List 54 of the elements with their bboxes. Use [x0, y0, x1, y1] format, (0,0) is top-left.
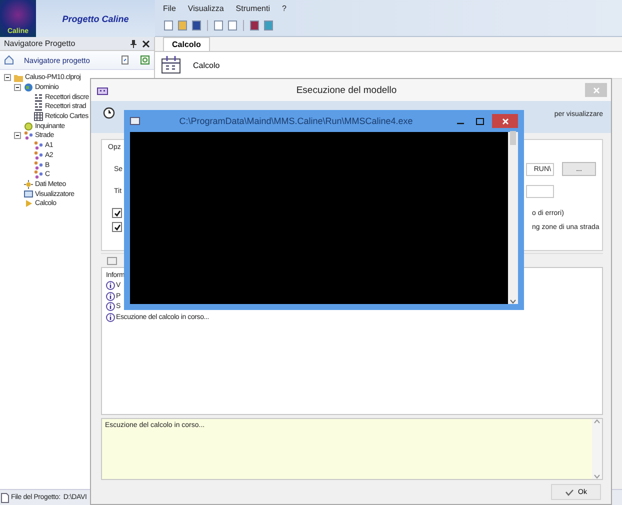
- scrollbar[interactable]: [592, 419, 602, 479]
- menu-item[interactable]: File: [163, 4, 176, 12]
- road-icon: [24, 131, 33, 140]
- checkbox[interactable]: [112, 208, 122, 218]
- grid-icon: [34, 112, 43, 122]
- scroll-thumb[interactable]: [510, 131, 516, 145]
- menu-item[interactable]: Strumenti: [236, 4, 270, 12]
- calendar-icon: [161, 56, 181, 74]
- home-icon[interactable]: [4, 55, 14, 65]
- document-icon[interactable]: [120, 55, 130, 65]
- info-icon: [106, 302, 115, 312]
- close-button[interactable]: [492, 114, 518, 128]
- info-icon: [106, 312, 115, 322]
- maximize-icon: [476, 118, 484, 124]
- road-icon: [34, 160, 43, 170]
- pin-icon[interactable]: [130, 40, 137, 48]
- console-icon: [130, 117, 140, 125]
- molecule-icon: [24, 122, 33, 131]
- scroll-down-icon[interactable]: [510, 299, 516, 304]
- close-icon: [502, 118, 508, 124]
- scroll-up-icon[interactable]: [594, 419, 600, 424]
- dots-icon: [34, 102, 43, 112]
- toolbar-icon[interactable]: [107, 256, 117, 264]
- arrow-icon: [24, 199, 33, 208]
- menu-item[interactable]: Visualizza: [188, 4, 224, 12]
- close-icon: [592, 86, 600, 94]
- robot-icon: [97, 86, 108, 94]
- collapse-icon[interactable]: [14, 132, 21, 140]
- app-title: Progetto Caline: [61, 12, 130, 26]
- info-icon: [106, 281, 115, 290]
- refresh-icon[interactable]: [140, 55, 150, 65]
- dots-icon: [34, 92, 43, 102]
- road-icon: [34, 170, 43, 180]
- clock-icon: [103, 107, 115, 119]
- calculate-button[interactable]: Calcolo: [161, 56, 220, 74]
- scroll-down-icon[interactable]: [594, 474, 600, 479]
- menu-item[interactable]: ?: [282, 4, 286, 12]
- collapse-icon[interactable]: [4, 74, 11, 82]
- console-title: C:\ProgramData\Maind\MMS.Caline\Run\MMSCaline4.exe: [178, 116, 414, 126]
- scrollbar[interactable]: [508, 132, 518, 304]
- title-field[interactable]: [526, 184, 554, 198]
- close-icon[interactable]: [142, 40, 150, 48]
- road-icon: [34, 150, 43, 160]
- checkbox[interactable]: [112, 222, 122, 232]
- info-icon: [106, 292, 115, 301]
- sun-icon: [24, 180, 33, 189]
- dialog-title: Esecuzione del modello: [295, 84, 398, 96]
- monitor-icon: [24, 190, 33, 199]
- road-icon: [34, 141, 43, 150]
- panel-title: Navigatore Progetto: [4, 39, 76, 48]
- check-icon: [565, 488, 574, 496]
- collapse-icon[interactable]: [14, 84, 21, 92]
- file-icon: [1, 492, 9, 502]
- tab[interactable]: Calcolo: [163, 37, 210, 51]
